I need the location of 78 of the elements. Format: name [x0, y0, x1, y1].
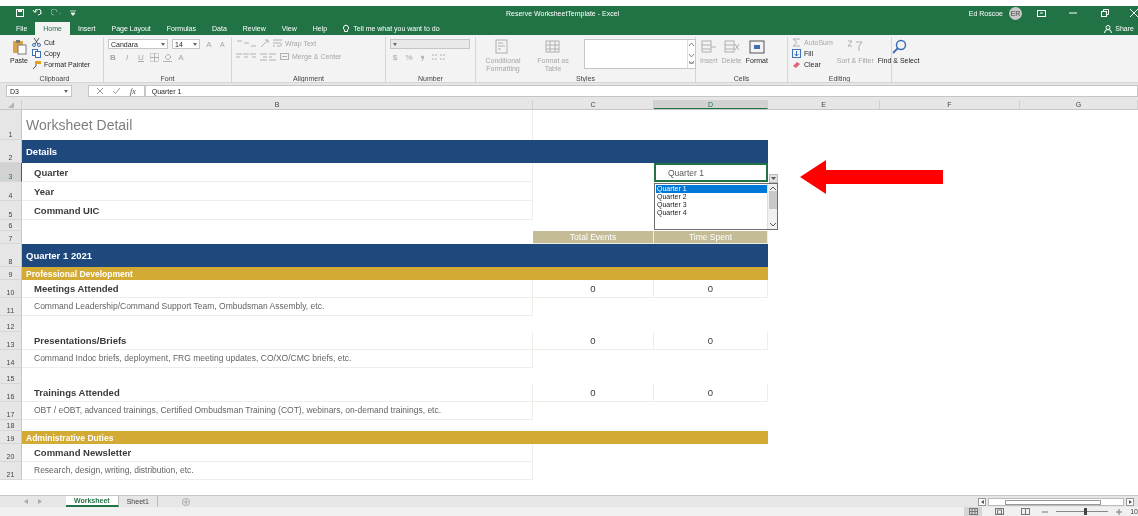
dropdown-button[interactable] — [769, 174, 778, 183]
table-cell: 0 — [533, 332, 654, 350]
eraser-icon — [792, 60, 801, 69]
column-heading: Time Spent — [654, 231, 768, 244]
quarter-cell[interactable]: Quarter 1 — [654, 163, 768, 182]
decimal-places-icon — [431, 53, 447, 62]
zoom-in-icon[interactable] — [1116, 508, 1123, 515]
merge-cells-icon — [280, 52, 289, 61]
scrollbar-thumb[interactable] — [1005, 499, 1101, 505]
activity-description: Research, design, writing, distribution, etc. — [22, 462, 533, 480]
fill-down-icon — [792, 49, 801, 58]
copy-icon — [31, 49, 41, 58]
table-cell: 0 — [533, 384, 654, 402]
category-banner: Professional Development — [22, 267, 768, 280]
page-break-icon[interactable] — [1020, 508, 1030, 515]
scroll-up-icon[interactable] — [769, 186, 776, 190]
text-orientation-icon — [260, 39, 269, 48]
customize-icon[interactable] — [70, 10, 76, 16]
minimize-icon[interactable] — [1069, 9, 1077, 17]
undo-icon[interactable] — [32, 9, 43, 17]
scroll-right-icon[interactable] — [1128, 499, 1132, 504]
ribbon-display-icon[interactable] — [1036, 9, 1046, 17]
table-cell: 0 — [533, 280, 654, 298]
scroll-arrows-icon — [688, 40, 695, 67]
activity-description: Command Indoc briefs, deployment, FRG meeting updates, CO/XO/CMC briefs, etc. — [22, 350, 533, 368]
scrollbar-thumb[interactable] — [768, 190, 777, 209]
table-cell: 0 — [654, 384, 768, 402]
activity-label: Trainings Attended — [22, 384, 533, 402]
cancel-icon[interactable] — [97, 88, 103, 94]
indent-icon — [260, 52, 276, 61]
paintbrush-icon — [31, 60, 41, 69]
clipboard-icon — [10, 39, 27, 55]
save-icon[interactable] — [16, 9, 24, 17]
category-banner: Administrative Duties — [22, 431, 768, 444]
activity-label: Presentations/Briefs — [22, 332, 533, 350]
field-label: Year — [22, 182, 533, 201]
add-sheet-icon[interactable] — [181, 497, 190, 506]
scroll-down-icon[interactable] — [769, 223, 776, 227]
scissors-icon — [31, 38, 41, 47]
zoom-slider-thumb[interactable] — [1083, 508, 1087, 515]
redo-icon — [51, 9, 62, 17]
enter-icon[interactable] — [113, 88, 120, 94]
format-cells-icon — [748, 39, 765, 55]
borders-icon — [150, 53, 159, 62]
conditional-format-icon — [495, 39, 511, 55]
column-heading: Total Events — [533, 231, 654, 244]
section-banner: Quarter 1 2021 — [22, 244, 768, 267]
vertical-align-icon — [236, 39, 256, 48]
table-cell: 0 — [654, 332, 768, 350]
insert-cells-icon — [700, 39, 717, 55]
activity-label: Meetings Attended — [22, 280, 533, 298]
close-icon[interactable] — [1130, 9, 1138, 17]
corner-triangle-icon — [7, 101, 14, 108]
caret-icon — [771, 177, 776, 180]
wrap-text-icon — [273, 39, 282, 48]
zoom-out-icon[interactable] — [1042, 508, 1049, 515]
table-cell: 0 — [654, 280, 768, 298]
sigma-icon — [792, 38, 801, 47]
lightbulb-icon — [343, 24, 350, 33]
insert-function-button[interactable]: fx — [130, 86, 136, 96]
search-icon — [890, 39, 907, 55]
scroll-left-icon[interactable] — [980, 499, 984, 504]
paint-bucket-icon — [163, 53, 172, 62]
field-label: Quarter — [22, 163, 533, 182]
section-banner: Details — [22, 140, 768, 163]
table-icon — [545, 39, 561, 55]
normal-view-icon[interactable] — [968, 508, 978, 515]
activity-description: OBT / eOBT, advanced trainings, Certified Ombudsman Training (COT), webinars, on-demand trainings, etc. — [22, 402, 533, 420]
activity-label: Command Newsletter — [22, 444, 533, 462]
page-layout-icon[interactable] — [994, 508, 1004, 515]
style-gallery[interactable] — [584, 38, 696, 69]
person-icon — [1104, 24, 1113, 33]
activity-description: Command Leadership/Command Support Team, Ombudsman Assembly, etc. — [22, 298, 533, 316]
delete-cells-icon — [723, 39, 740, 55]
restore-icon[interactable] — [1101, 9, 1109, 17]
comma-style-icon — [418, 53, 427, 62]
horizontal-align-icon — [236, 52, 256, 61]
field-label: Command UIC — [22, 201, 533, 220]
